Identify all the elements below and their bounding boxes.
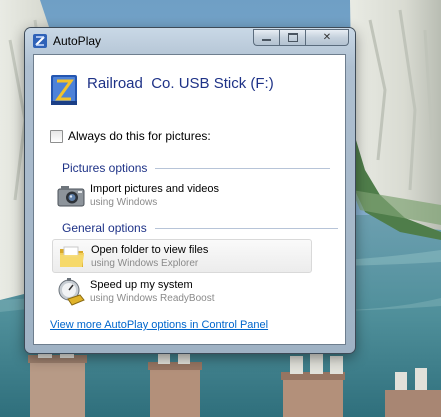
option-label: Speed up my system bbox=[90, 279, 193, 291]
always-do-this-checkbox[interactable] bbox=[50, 129, 63, 143]
camera-icon bbox=[57, 186, 85, 207]
option-open-folder[interactable]: Open folder to view files using Windows … bbox=[52, 239, 312, 273]
caption-buttons: ✕ bbox=[253, 29, 349, 46]
option-import-pictures[interactable]: Import pictures and videos using Windows bbox=[52, 179, 312, 213]
window-title: AutoPlay bbox=[53, 34, 102, 48]
option-label: Open folder to view files bbox=[91, 244, 209, 256]
minimize-icon bbox=[262, 38, 271, 41]
maximize-button[interactable] bbox=[279, 29, 305, 46]
pictures-options-heading: Pictures options bbox=[62, 161, 331, 175]
option-sublabel: using Windows bbox=[90, 197, 158, 208]
general-options-heading: General options bbox=[62, 221, 338, 235]
close-button[interactable]: ✕ bbox=[305, 29, 349, 46]
always-do-this-row[interactable]: Always do this for pictures: bbox=[50, 129, 211, 143]
dialog-body: Railroad Co. USB Stick (F:) Always do th… bbox=[33, 54, 346, 345]
title-bar[interactable]: AutoPlay ✕ bbox=[25, 28, 355, 54]
folder-icon bbox=[60, 246, 84, 267]
maximize-icon bbox=[287, 33, 298, 42]
general-options-label: General options bbox=[62, 221, 147, 235]
section-divider bbox=[155, 167, 331, 169]
minimize-button[interactable] bbox=[253, 29, 279, 46]
readyboost-icon bbox=[58, 278, 85, 306]
usb-drive-icon bbox=[51, 75, 77, 105]
option-speed-up-system[interactable]: Speed up my system using Windows ReadyBo… bbox=[52, 275, 312, 309]
section-divider bbox=[154, 227, 338, 229]
always-do-this-label: Always do this for pictures: bbox=[68, 129, 211, 143]
autoplay-window: AutoPlay ✕ Railroad Co. USB Stick (F:) A… bbox=[25, 28, 355, 353]
autoplay-icon bbox=[33, 34, 47, 48]
pictures-options-label: Pictures options bbox=[62, 161, 148, 175]
close-icon: ✕ bbox=[322, 32, 332, 43]
more-autoplay-options-link[interactable]: View more AutoPlay options in Control Pa… bbox=[50, 319, 268, 331]
device-name: Railroad Co. USB Stick (F:) bbox=[87, 75, 274, 92]
option-sublabel: using Windows Explorer bbox=[91, 258, 199, 269]
option-label: Import pictures and videos bbox=[90, 183, 220, 195]
option-sublabel: using Windows ReadyBoost bbox=[90, 293, 215, 304]
